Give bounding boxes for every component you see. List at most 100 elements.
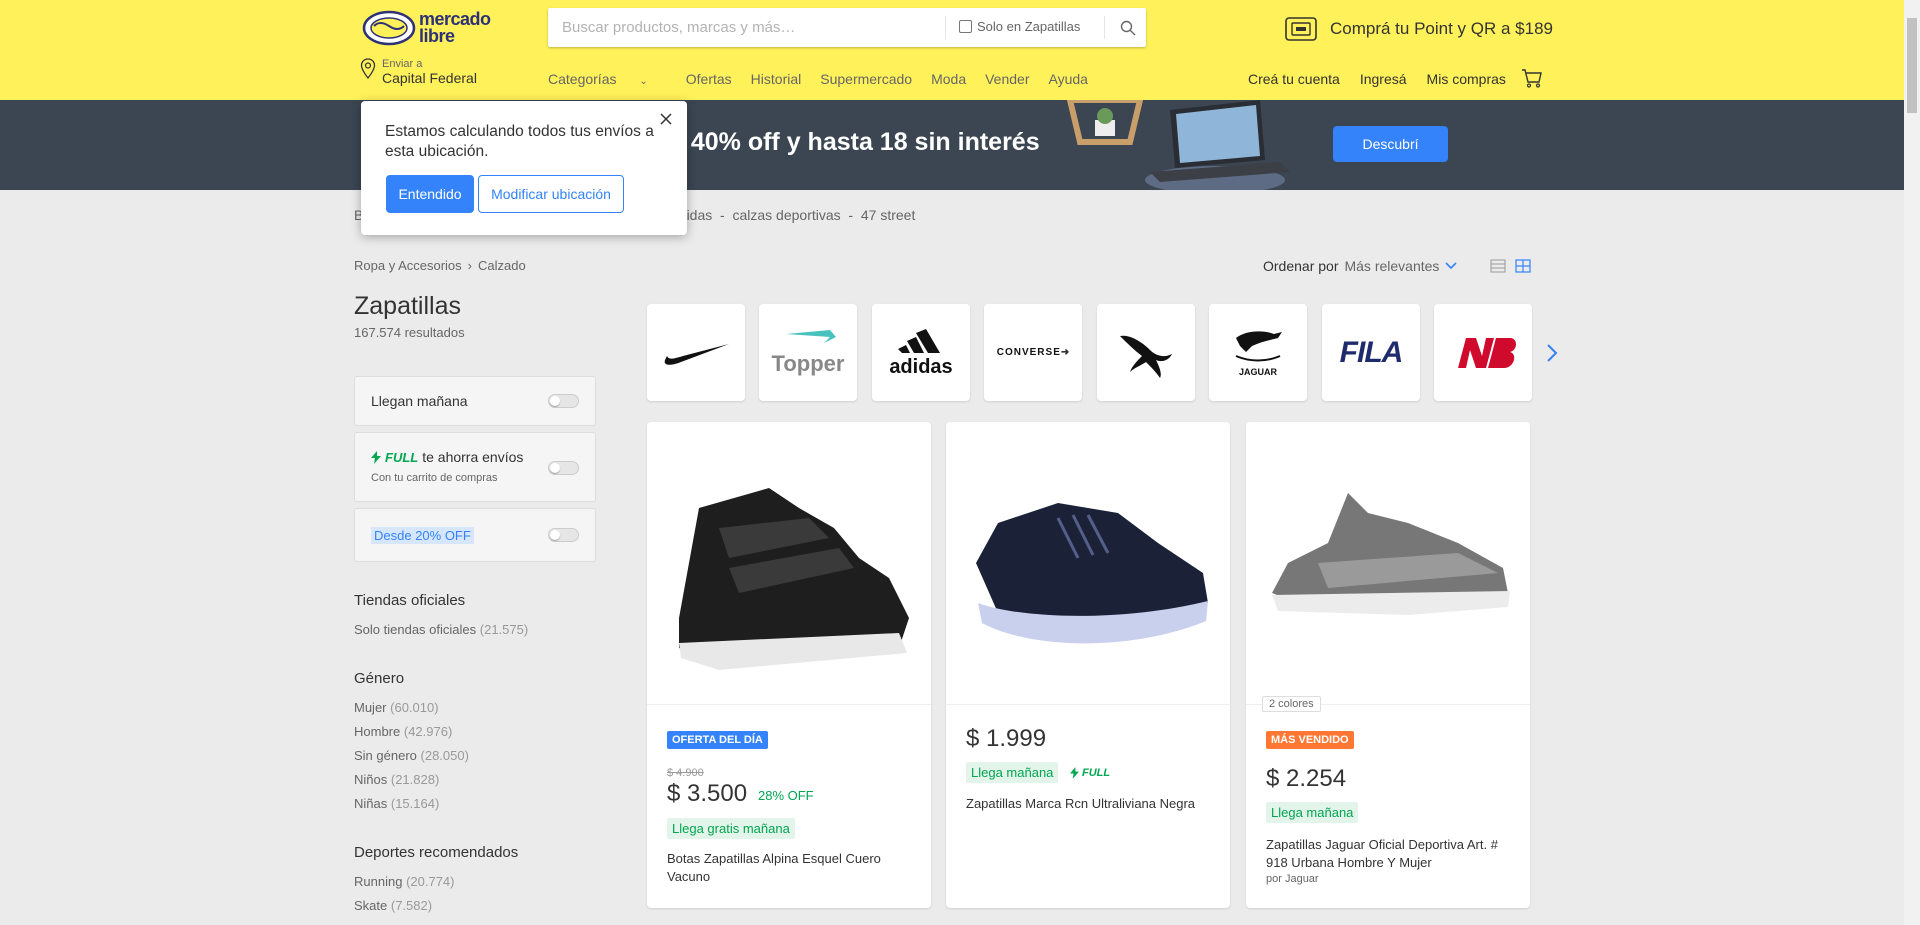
product-title[interactable]: Zapatillas Jaguar Oficial Deportiva Art.…: [1266, 836, 1516, 872]
shipping-label: Llega mañana: [966, 762, 1059, 783]
list-view-icon[interactable]: [1490, 258, 1506, 274]
filter-option[interactable]: Sin género (28.050): [354, 744, 469, 768]
filter-option[interactable]: Skate (7.582): [354, 894, 454, 918]
filter-option[interactable]: Running (20.774): [354, 870, 454, 894]
product-image[interactable]: [1246, 422, 1530, 705]
scrollbar-track[interactable]: [1904, 0, 1920, 925]
filter-list-genero: Mujer (60.010) Hombre (42.976) Sin géner…: [354, 696, 469, 816]
search-button[interactable]: [1109, 8, 1146, 47]
nav-historial[interactable]: Historial: [751, 71, 802, 87]
brand-nike[interactable]: [647, 304, 745, 401]
option-count: (60.010): [390, 700, 439, 715]
promo-text: Comprá tu Point y QR a $189: [1330, 19, 1554, 38]
toggle-switch[interactable]: [548, 528, 579, 542]
option-label: Niños: [354, 772, 388, 787]
filter-option[interactable]: Niños (21.828): [354, 768, 469, 792]
option-label: Mujer: [354, 700, 387, 715]
location-pin-icon: [360, 58, 376, 80]
filter-option[interactable]: Niñas (15.164): [354, 792, 469, 816]
product-title[interactable]: Botas Zapatillas Alpina Esquel Cuero Vac…: [667, 850, 907, 886]
modify-location-button[interactable]: Modificar ubicación: [478, 175, 624, 213]
jaguar-logo-icon: [1235, 331, 1282, 362]
full-text: FULL: [1082, 767, 1111, 779]
brand-adidas[interactable]: adidas: [872, 304, 970, 401]
scrollbar-thumb[interactable]: [1907, 18, 1917, 113]
nike-logo-icon: [664, 343, 729, 365]
promo-banner[interactable]: Comprá tu Point y QR a $189: [1284, 14, 1553, 44]
shipping-location[interactable]: Enviar a Capital Federal: [360, 58, 477, 86]
shipping-label: Llega mañana: [1266, 802, 1359, 823]
search-bar: Solo en Zapatillas: [548, 8, 1146, 47]
promo-hero-banner[interactable]: a 40% off y hasta 18 sin interés Descubr…: [0, 100, 1904, 190]
brand-puma[interactable]: [1097, 304, 1195, 401]
color-variants-label: 2 colores: [1262, 696, 1321, 712]
related-searches[interactable]: adidas - calzas deportivas - 47 street: [671, 207, 915, 223]
breadcrumb-item[interactable]: Ropa y Accesorios: [354, 258, 462, 273]
nav-ofertas[interactable]: Ofertas: [686, 71, 732, 87]
nav-moda[interactable]: Moda: [931, 71, 966, 87]
product-image[interactable]: [946, 422, 1230, 705]
filter-list-deportes: Running (20.774) Skate (7.582): [354, 870, 454, 918]
chevron-right-icon: ›: [467, 258, 473, 273]
filter-llegan-manana[interactable]: Llegan mañana: [354, 376, 596, 426]
chevron-right-icon[interactable]: [1546, 344, 1558, 362]
option-label: Solo tiendas oficiales: [354, 622, 477, 637]
close-icon[interactable]: [658, 111, 674, 127]
nav-categorias[interactable]: Categorías ⌄: [548, 71, 667, 87]
product-card[interactable]: $ 1.999 Llega mañana FULL Zapatillas Mar…: [946, 422, 1230, 908]
ship-city: Capital Federal: [382, 70, 477, 86]
option-count: (42.976): [403, 724, 453, 739]
discount-label: 28% OFF: [758, 788, 814, 803]
search-divider: [1104, 16, 1105, 39]
grid-view-icon[interactable]: [1515, 258, 1531, 274]
filter-full[interactable]: FULL te ahorra envíos Con tu carrito de …: [354, 432, 596, 502]
location-popover: Estamos calculando todos tus envíos a es…: [361, 101, 687, 235]
filter-heading: Deportes recomendados: [354, 844, 519, 861]
filter-option[interactable]: Mujer (60.010): [354, 696, 469, 720]
brand-converse[interactable]: CONVERSE ➜: [984, 304, 1082, 401]
product-title[interactable]: Zapatillas Marca Rcn Ultraliviana Negra: [966, 795, 1216, 813]
brand-topper[interactable]: Topper: [759, 304, 857, 401]
brand-new-balance[interactable]: [1434, 304, 1532, 401]
page-title: Zapatillas: [354, 292, 461, 320]
filter-label: te ahorra envíos: [422, 449, 524, 465]
topper-logo-icon: [785, 330, 836, 343]
cart-icon[interactable]: [1521, 68, 1543, 88]
filter-desde-20-off[interactable]: Desde 20% OFF: [354, 508, 596, 562]
sort-control[interactable]: Ordenar por Más relevantes: [1263, 258, 1457, 274]
solo-checkbox[interactable]: [959, 20, 972, 33]
toggle-switch[interactable]: [548, 461, 579, 475]
breadcrumb-item[interactable]: Calzado: [478, 258, 526, 273]
nav-vender[interactable]: Vender: [985, 71, 1029, 87]
brand-jaguar[interactable]: JAGUAR: [1209, 304, 1307, 401]
breadcrumb: Ropa y Accesorios › Calzado: [354, 258, 526, 273]
brand-fila[interactable]: FILA: [1322, 304, 1420, 401]
discover-button[interactable]: Descubrí: [1333, 126, 1448, 162]
understood-button[interactable]: Entendido: [386, 175, 474, 213]
option-count: (21.828): [390, 772, 440, 787]
solo-checkbox-row[interactable]: Solo en Zapatillas: [959, 19, 1080, 34]
ship-label: Enviar a: [382, 58, 423, 70]
point-device-icon: [1285, 17, 1317, 41]
product-card[interactable]: 2 colores MÁS VENDIDO $ 2.254 Llega maña…: [1246, 422, 1530, 908]
filter-sublabel: Con tu carrito de compras: [371, 472, 498, 484]
search-input[interactable]: [562, 8, 942, 47]
lightning-icon: [371, 450, 381, 464]
logo-line-2: libre: [419, 26, 455, 46]
nav-ayuda[interactable]: Ayuda: [1048, 71, 1087, 87]
login-link[interactable]: Ingresá: [1360, 71, 1407, 87]
toggle-switch[interactable]: [548, 394, 579, 408]
filter-option[interactable]: Hombre (42.976): [354, 720, 469, 744]
filter-heading: Género: [354, 670, 405, 687]
product-image[interactable]: [647, 422, 931, 705]
filter-option[interactable]: Solo tiendas oficiales (21.575): [354, 618, 528, 642]
solo-label: Solo en Zapatillas: [977, 19, 1081, 34]
create-account-link[interactable]: Creá tu cuenta: [1248, 71, 1340, 87]
my-purchases-link[interactable]: Mis compras: [1427, 71, 1506, 87]
nav-supermercado[interactable]: Supermercado: [820, 71, 912, 87]
chevron-down-icon: ⌄: [639, 76, 648, 87]
deal-badge: OFERTA DEL DÍA: [667, 731, 768, 749]
search-divider: [945, 16, 946, 39]
product-card[interactable]: OFERTA DEL DÍA $ 4.900 $ 3.500 28% OFF L…: [647, 422, 931, 908]
puma-logo-icon: [1120, 335, 1172, 378]
